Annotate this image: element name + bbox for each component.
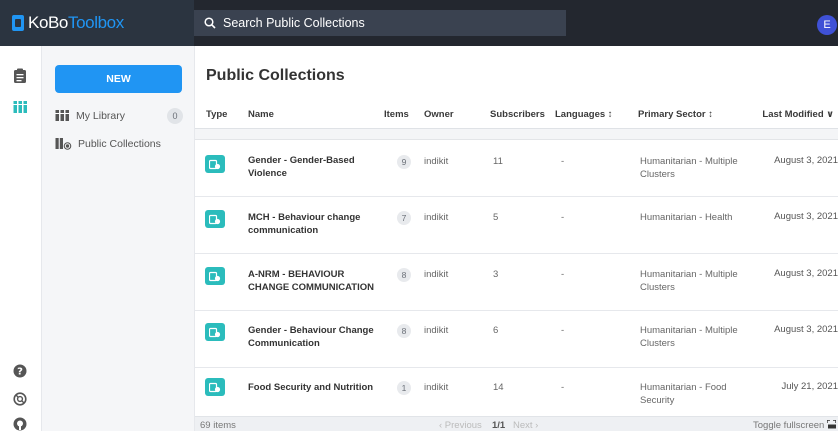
subscribers-cell: 14 [493, 382, 504, 393]
sidebar-item-public-collections[interactable]: Public Collections [55, 137, 161, 151]
public-collections-icon [55, 138, 72, 150]
items-count-badge: 8 [397, 268, 411, 282]
help-icon[interactable]: ? [13, 364, 27, 378]
items-count-badge: 1 [397, 381, 411, 395]
column-header-type[interactable]: Type [206, 109, 227, 120]
languages-cell: - [561, 212, 565, 223]
toggle-fullscreen-label: Toggle fullscreen [753, 420, 825, 431]
library-icon[interactable] [13, 100, 28, 114]
library-sidebar: NEW My Library 0 Public Collections [42, 46, 195, 431]
icon-rail: ? [0, 46, 42, 431]
table-row[interactable]: Gender - Behaviour Change Communication … [195, 311, 838, 368]
collection-name[interactable]: Gender - Behaviour Change Communication [248, 324, 383, 350]
table-row[interactable]: Gender - Gender-Based Violence 9 indikit… [195, 140, 838, 197]
forms-clipboard-icon[interactable] [13, 68, 27, 84]
page-indicator: 1/1 [492, 420, 506, 431]
owner-cell: indikit [424, 382, 449, 393]
svg-text:?: ? [17, 367, 23, 378]
sector-cell: Humanitarian - Multiple Clusters [640, 156, 738, 180]
sector-cell: Humanitarian - Multiple Clusters [640, 325, 738, 349]
sector-cell: Humanitarian - Health [640, 212, 733, 223]
collection-icon [205, 210, 225, 228]
page-title: Public Collections [206, 67, 345, 84]
previous-page-button[interactable]: ‹ Previous [439, 420, 482, 431]
table-row[interactable]: A-NRM - BEHAVIOUR CHANGE COMMUNICATION 8… [195, 254, 838, 311]
subscribers-cell: 3 [493, 269, 499, 280]
brand-name-kobo: KoBo [28, 13, 68, 32]
search-input[interactable]: Search Public Collections [194, 10, 566, 36]
brand-logo[interactable]: KoBo Toolbox [0, 0, 194, 46]
collection-icon [205, 323, 225, 341]
collection-icon [205, 155, 225, 173]
column-header-name[interactable]: Name [248, 109, 274, 120]
fullscreen-icon [826, 419, 837, 429]
last-modified-cell: August 3, 2021 [774, 155, 838, 166]
owner-cell: indikit [424, 156, 449, 167]
last-modified-cell: August 3, 2021 [774, 211, 838, 222]
column-header-last-modified[interactable]: Last Modified ∨ [762, 109, 834, 120]
subscribers-cell: 6 [493, 325, 499, 336]
column-header-subscribers[interactable]: Subscribers [490, 109, 545, 120]
table-footer: 69 items ‹ Previous 1/1 Next › Toggle fu… [195, 416, 838, 431]
sidebar-item-my-library[interactable]: My Library [55, 109, 125, 122]
languages-cell: - [561, 156, 565, 167]
toggle-fullscreen-button[interactable]: Toggle fullscreen [753, 419, 837, 431]
sector-cell: Humanitarian - Food Security [640, 382, 727, 406]
collection-icon [205, 378, 225, 396]
sidebar-item-label: Public Collections [78, 138, 161, 150]
items-count-badge: 7 [397, 211, 411, 225]
languages-cell: - [561, 382, 565, 393]
table-row[interactable]: Food Security and Nutrition 1 indikit 14… [195, 368, 838, 416]
last-modified-cell: August 3, 2021 [774, 268, 838, 279]
collection-name[interactable]: MCH - Behaviour change communication [248, 211, 383, 237]
main-content: Public Collections Type Name Items Owner… [195, 46, 838, 431]
search-placeholder: Search Public Collections [223, 16, 365, 30]
top-bar: KoBo Toolbox Search Public Collections E [0, 0, 838, 46]
collection-name[interactable]: Gender - Gender-Based Violence [248, 154, 383, 180]
languages-cell: - [561, 269, 565, 280]
collection-icon [205, 267, 225, 285]
user-avatar[interactable]: E [817, 15, 837, 35]
github-icon[interactable] [13, 417, 27, 431]
items-count-badge: 9 [397, 155, 411, 169]
column-header-primary-sector[interactable]: Primary Sector ↕ [638, 109, 713, 120]
table-top-band [195, 129, 838, 140]
subscribers-cell: 11 [493, 156, 503, 167]
collection-name[interactable]: A-NRM - BEHAVIOUR CHANGE COMMUNICATION [248, 268, 383, 294]
collection-name[interactable]: Food Security and Nutrition [248, 381, 398, 394]
last-modified-cell: August 3, 2021 [774, 324, 838, 335]
sector-cell: Humanitarian - Multiple Clusters [640, 269, 738, 293]
column-header-items[interactable]: Items [384, 109, 409, 120]
owner-cell: indikit [424, 269, 449, 280]
support-icon[interactable] [13, 392, 27, 406]
sidebar-item-label: My Library [76, 109, 126, 122]
owner-cell: indikit [424, 212, 449, 223]
library-icon [55, 110, 70, 121]
items-count-badge: 8 [397, 324, 411, 338]
column-header-languages[interactable]: Languages ↕ [555, 109, 613, 120]
new-button[interactable]: NEW [55, 65, 182, 93]
my-library-count-badge: 0 [167, 108, 183, 124]
languages-cell: - [561, 325, 565, 336]
last-modified-cell: July 21, 2021 [781, 381, 838, 392]
table-row[interactable]: MCH - Behaviour change communication 7 i… [195, 197, 838, 254]
brand-name-toolbox: Toolbox [68, 13, 124, 32]
item-count: 69 items [200, 420, 236, 431]
subscribers-cell: 5 [493, 212, 499, 223]
owner-cell: indikit [424, 325, 449, 336]
search-icon [204, 17, 216, 29]
column-header-owner[interactable]: Owner [424, 109, 454, 120]
kobo-logo-icon [12, 15, 24, 31]
next-page-button[interactable]: Next › [513, 420, 538, 431]
